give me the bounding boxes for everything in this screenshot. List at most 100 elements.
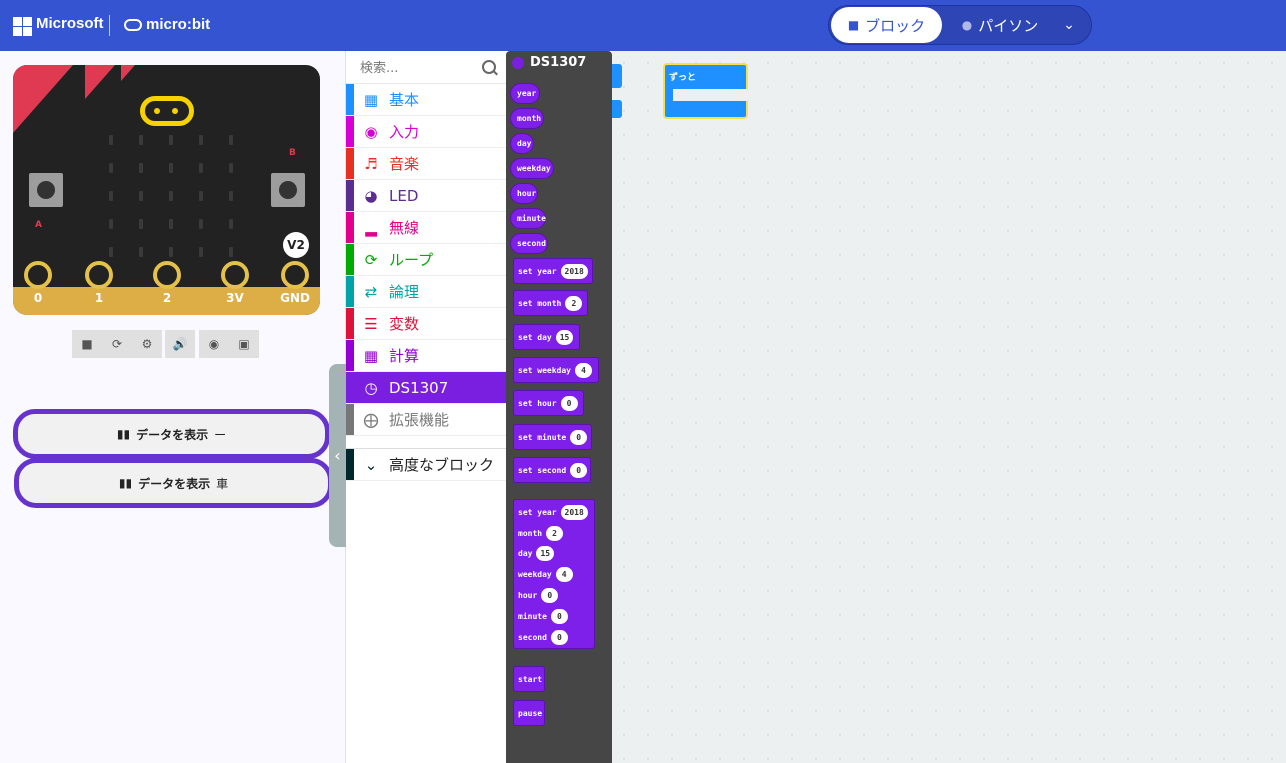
- pin-2[interactable]: [153, 261, 181, 289]
- led: [199, 135, 203, 145]
- button-b[interactable]: [271, 173, 305, 207]
- pin-label: 1: [94, 291, 104, 305]
- setter-value-field[interactable]: 2: [565, 295, 583, 311]
- toolbox-category-8[interactable]: ▦ 計算: [346, 340, 506, 372]
- led: [199, 219, 203, 229]
- debug-icon[interactable]: ⚙: [132, 330, 162, 358]
- shuffle-icon: ⇄: [364, 282, 378, 301]
- sound-icon[interactable]: 🔊: [165, 330, 195, 358]
- forever-block[interactable]: ずっと: [663, 63, 748, 119]
- setter-value-field[interactable]: 2018: [560, 263, 588, 279]
- setter-value-field[interactable]: 15: [555, 329, 574, 345]
- stop-icon[interactable]: ■: [72, 330, 102, 358]
- button-b-label: B: [289, 148, 296, 158]
- setter-block[interactable]: set minute 0: [513, 424, 592, 450]
- led: [139, 219, 143, 229]
- setter-value-field[interactable]: 0: [560, 395, 578, 411]
- toolbox-category-5[interactable]: ⟳ ループ: [346, 244, 506, 276]
- button-a[interactable]: [29, 173, 63, 207]
- block-workspace[interactable]: [612, 51, 1286, 763]
- touch-logo-icon[interactable]: [140, 96, 194, 126]
- version-badge: V2: [283, 232, 309, 258]
- search-input[interactable]: [358, 57, 477, 79]
- led: [139, 191, 143, 201]
- action-label: pause: [518, 708, 543, 718]
- search-icon[interactable]: [482, 60, 496, 74]
- toolbox-category-7[interactable]: ☰ 変数: [346, 308, 506, 340]
- category-label: 計算: [389, 347, 420, 365]
- setter-value-field[interactable]: 0: [570, 429, 588, 445]
- start-block[interactable]: start: [513, 666, 545, 692]
- setter-block[interactable]: set hour 0: [513, 390, 584, 416]
- category-label: LED: [389, 186, 419, 205]
- reporter-block-day[interactable]: day: [510, 133, 534, 154]
- reporter-block-minute[interactable]: minute: [510, 208, 546, 229]
- category-color-bar: [346, 116, 354, 147]
- tab-python[interactable]: ● パイソン: [950, 7, 1050, 43]
- datetime-value-field[interactable]: 15: [536, 546, 555, 562]
- microsoft-logo-icon[interactable]: [13, 17, 32, 36]
- pin-0[interactable]: [24, 261, 52, 289]
- fullscreen-icon[interactable]: ▣: [229, 330, 259, 358]
- microbit-logo-icon[interactable]: [124, 19, 142, 31]
- datetime-value-field[interactable]: 0: [541, 588, 559, 604]
- toolbox-category-1[interactable]: ◉ 入力: [346, 116, 506, 148]
- toolbox-category-11[interactable]: ⌄ 高度なブロック: [346, 448, 506, 481]
- led: [139, 163, 143, 173]
- on-start-block-bottom[interactable]: [612, 100, 622, 118]
- reporter-block-second[interactable]: second: [510, 233, 548, 254]
- setter-block[interactable]: set year 2018: [513, 258, 593, 284]
- led: [169, 191, 173, 201]
- reporter-block-hour[interactable]: hour: [510, 183, 538, 204]
- datetime-value-field[interactable]: 0: [550, 629, 568, 645]
- reporter-block-weekday[interactable]: weekday: [510, 158, 554, 179]
- setter-value-field[interactable]: 0: [570, 462, 588, 478]
- toolbox-category-4[interactable]: ▂ 無線: [346, 212, 506, 244]
- pin-1[interactable]: [85, 261, 113, 289]
- reporter-block-year[interactable]: year: [510, 83, 540, 104]
- python-icon: ●: [961, 18, 973, 32]
- chevron-down-icon: ⌄: [364, 455, 378, 474]
- toolbox-category-0[interactable]: ▦ 基本: [346, 84, 506, 116]
- pin-4[interactable]: [281, 261, 309, 289]
- set-datetime-block[interactable]: set year 2018 month 2 day 15 weekday 4 hour 0 minu…: [513, 499, 595, 649]
- category-label: 無線: [389, 219, 420, 237]
- toolbox-category-9[interactable]: ◷ DS1307: [346, 372, 506, 404]
- led: [229, 219, 233, 229]
- datetime-value-field[interactable]: 0: [550, 608, 568, 624]
- screenshot-icon[interactable]: ◉: [199, 330, 229, 358]
- chevron-down-icon[interactable]: ⌄: [1058, 14, 1080, 36]
- clock-icon: ◷: [364, 378, 378, 397]
- category-label: 拡張機能: [389, 411, 450, 429]
- on-start-block-edge[interactable]: [612, 64, 622, 88]
- category-color-bar: [346, 180, 354, 211]
- show-data-button-2[interactable]: ▮▮ データを表示 車: [14, 458, 333, 508]
- show-data-button-1[interactable]: ▮▮ データを表示 ー: [13, 409, 330, 459]
- setter-value-field[interactable]: 4: [574, 362, 592, 378]
- toolbox-search: [346, 51, 506, 84]
- reporter-block-month[interactable]: month: [510, 108, 544, 129]
- setter-block[interactable]: set day 15: [513, 324, 580, 350]
- category-color-bar: [346, 372, 354, 403]
- setter-block[interactable]: set weekday 4: [513, 357, 599, 383]
- microbit-board[interactable]: A B V2 0 1 2 3V GND: [13, 65, 320, 315]
- tab-blocks[interactable]: ■ ブロック: [831, 7, 942, 43]
- pin-label: 2: [162, 291, 172, 305]
- datetime-value-field[interactable]: 2018: [560, 504, 588, 520]
- toolbox-category-6[interactable]: ⇄ 論理: [346, 276, 506, 308]
- collapse-simulator-button[interactable]: ‹: [329, 364, 346, 547]
- category-color-bar: [346, 308, 354, 339]
- setter-block[interactable]: set month 2: [513, 290, 588, 316]
- toolbox-category-3[interactable]: ◕ LED: [346, 180, 506, 212]
- pin-3[interactable]: [221, 261, 249, 289]
- toolbox-category-2[interactable]: ♬ 音楽: [346, 148, 506, 180]
- datetime-value-field[interactable]: 2: [546, 525, 564, 541]
- category-label: ループ: [389, 251, 434, 269]
- pause-block[interactable]: pause: [513, 700, 545, 726]
- datetime-value-field[interactable]: 4: [555, 567, 573, 583]
- microsoft-brand[interactable]: Microsoft: [36, 15, 104, 32]
- toolbox-category-10[interactable]: ⨁ 拡張機能: [346, 404, 506, 436]
- setter-block[interactable]: set second 0: [513, 457, 591, 483]
- microbit-brand[interactable]: micro:bit: [146, 16, 210, 33]
- restart-icon[interactable]: ⟳: [102, 330, 132, 358]
